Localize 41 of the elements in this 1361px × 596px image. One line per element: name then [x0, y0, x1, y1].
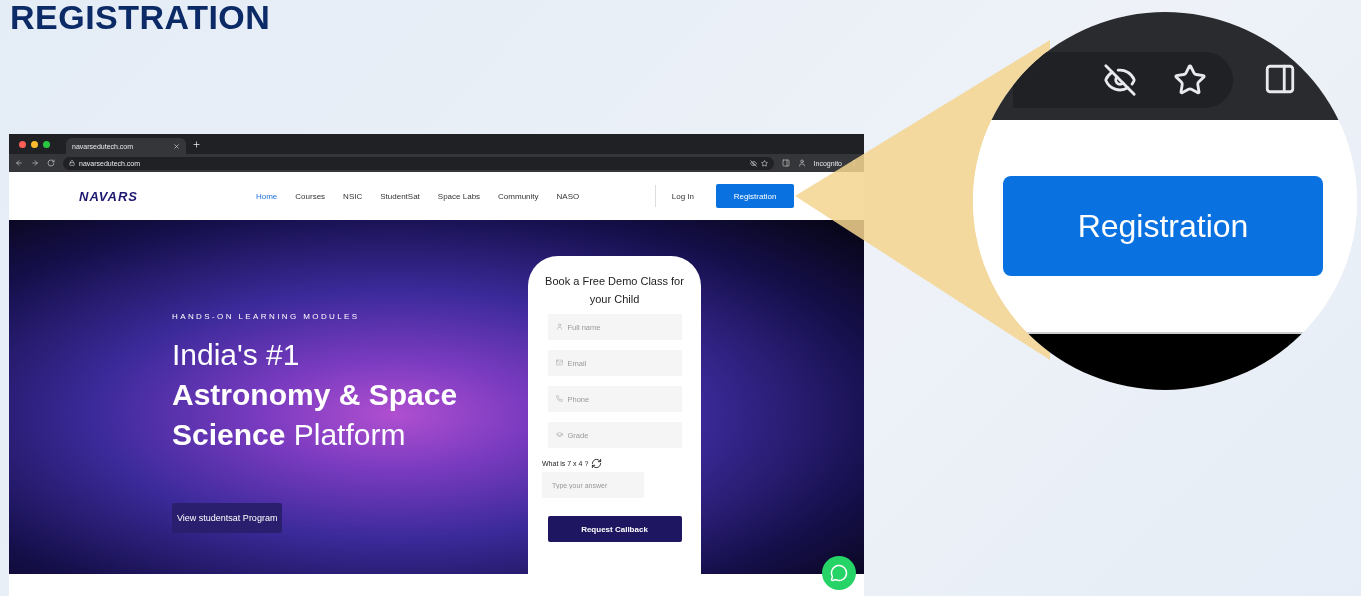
login-link[interactable]: Log In — [671, 191, 694, 201]
star-icon — [1173, 63, 1207, 97]
hero-headline: Science Platform — [172, 417, 407, 453]
side-panel-icon[interactable] — [781, 159, 790, 167]
callback-button[interactable]: Request Callback — [547, 516, 682, 542]
person-icon — [555, 323, 563, 330]
phone-icon — [555, 395, 563, 402]
nav-link[interactable]: Home — [255, 191, 278, 201]
new-tab-icon[interactable] — [192, 139, 201, 149]
chat-icon — [830, 564, 848, 582]
registration-button[interactable]: Registration — [1003, 176, 1323, 276]
lock-icon — [69, 160, 75, 166]
eye-off-icon[interactable] — [749, 159, 757, 167]
program-button[interactable]: View studentsat Program — [172, 503, 283, 533]
side-panel-icon — [1263, 62, 1297, 96]
refresh-icon[interactable] — [591, 458, 603, 469]
mail-icon — [555, 359, 563, 366]
logo[interactable]: NAVARS — [79, 188, 138, 204]
hero-eyebrow: HANDS-ON LEARNING MODULES — [172, 312, 361, 321]
maximize-dot[interactable] — [43, 140, 50, 148]
back-icon[interactable] — [15, 159, 23, 167]
minimize-dot[interactable] — [31, 140, 38, 148]
reload-icon[interactable] — [47, 159, 55, 167]
grade-icon — [555, 431, 563, 438]
close-dot[interactable] — [19, 140, 26, 148]
eye-off-icon — [1103, 63, 1137, 97]
page-title: REGISTRATION — [10, 0, 272, 34]
star-icon[interactable] — [760, 159, 768, 167]
hero-headline: India's #1 — [172, 337, 301, 373]
nav-link[interactable]: Community — [498, 191, 539, 201]
nav-link[interactable]: Courses — [295, 191, 326, 201]
profile-icon[interactable] — [797, 159, 806, 167]
nav-link[interactable]: StudentSat — [380, 191, 420, 201]
nav-link[interactable]: NSIC — [343, 191, 363, 201]
close-icon[interactable] — [173, 142, 180, 150]
registration-button[interactable]: Registration — [716, 184, 794, 208]
nav-link[interactable]: Space Labs — [437, 191, 481, 201]
hero-headline: Astronomy & Space — [172, 377, 459, 413]
nav-link[interactable]: NASO — [556, 191, 580, 201]
form-title: Book a Free Demo Class for your Child — [544, 274, 685, 307]
forward-icon[interactable] — [31, 159, 39, 167]
